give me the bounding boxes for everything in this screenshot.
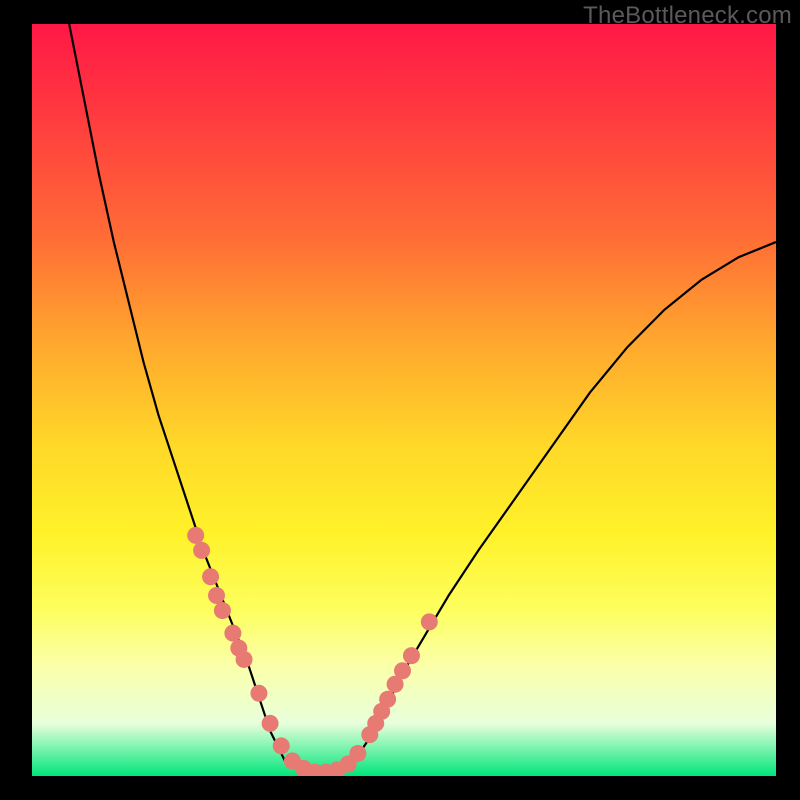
bottleneck-curve-svg xyxy=(32,24,776,776)
highlight-dot xyxy=(193,542,210,559)
highlight-dots xyxy=(187,527,438,776)
highlight-dot xyxy=(202,568,219,585)
highlight-dot xyxy=(224,625,241,642)
highlight-dot xyxy=(236,651,253,668)
highlight-dot xyxy=(349,745,366,762)
highlight-dot xyxy=(208,587,225,604)
highlight-dot xyxy=(421,613,438,630)
watermark-text: TheBottleneck.com xyxy=(583,2,792,30)
highlight-dot xyxy=(250,685,267,702)
chart-frame: TheBottleneck.com xyxy=(0,0,800,800)
highlight-dot xyxy=(187,527,204,544)
bottleneck-curve xyxy=(69,24,776,776)
highlight-dot xyxy=(379,691,396,708)
highlight-dot xyxy=(273,737,290,754)
plot-area xyxy=(32,24,776,776)
highlight-dot xyxy=(403,647,420,664)
highlight-dot xyxy=(262,715,279,732)
highlight-dot xyxy=(394,662,411,679)
highlight-dot xyxy=(214,602,231,619)
